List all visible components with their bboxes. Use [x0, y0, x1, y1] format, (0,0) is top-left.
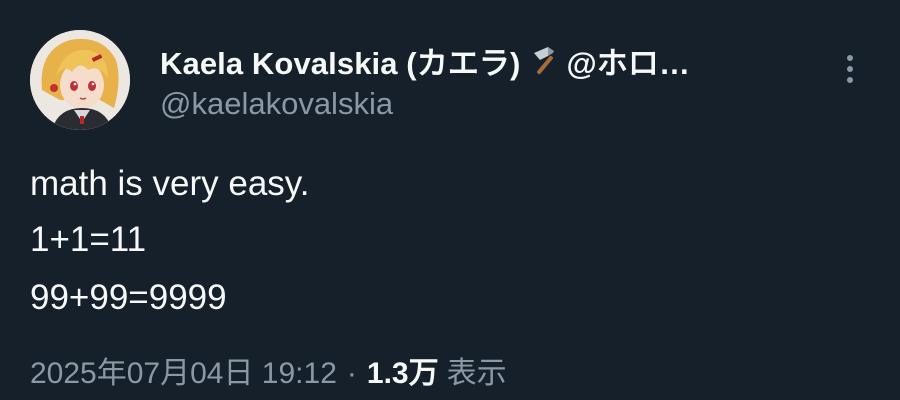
- tweet-text-line: 99+99=9999: [30, 278, 227, 317]
- meta-separator: ·: [346, 357, 357, 390]
- tweet-meta: 2025年07月04日 19:12 · 1.3万 表示: [30, 348, 507, 392]
- author-handle[interactable]: @kaelakovalskia: [160, 86, 393, 122]
- author-name-suffix: @ホロ…: [566, 46, 691, 81]
- more-dot-icon: [847, 77, 853, 83]
- views-label: 表示: [446, 357, 507, 390]
- tweet-text-line: 1+1=11: [30, 220, 147, 259]
- more-options-button[interactable]: [834, 52, 866, 86]
- avatar[interactable]: [30, 30, 130, 130]
- author-name-text: Kaela Kovalskia (カエラ): [160, 46, 521, 81]
- views-count: 1.3万: [366, 357, 439, 390]
- avatar-image: [30, 30, 130, 130]
- author-display-name[interactable]: Kaela Kovalskia (カエラ) @ホロ…: [160, 38, 690, 83]
- hammer-icon: [528, 44, 562, 78]
- more-dot-icon: [847, 66, 853, 72]
- tweet-card: Kaela Kovalskia (カエラ) @ホロ… @kaelakovalsk…: [0, 0, 900, 400]
- tweet-timestamp[interactable]: 2025年07月04日 19:12: [30, 348, 337, 392]
- more-dot-icon: [847, 55, 853, 61]
- tweet-text-line: math is very easy.: [30, 164, 310, 203]
